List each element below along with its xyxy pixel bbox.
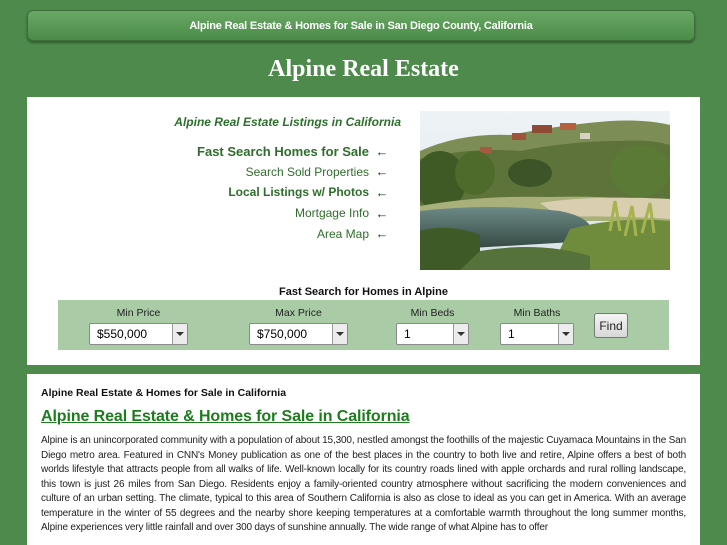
search-form: Min Price $550,000 Max Price $750,000 Mi… bbox=[58, 300, 669, 350]
top-banner: Alpine Real Estate & Homes for Sale in S… bbox=[27, 10, 695, 41]
min-price-select[interactable]: $550,000 bbox=[89, 323, 188, 345]
chevron-down-icon bbox=[453, 324, 468, 344]
max-price-select[interactable]: $750,000 bbox=[249, 323, 348, 345]
search-sold-link[interactable]: Search Sold Properties ← bbox=[197, 162, 389, 183]
arrow-left-icon: ← bbox=[375, 184, 389, 200]
content-panel: Alpine Real Estate & Homes for Sale in C… bbox=[27, 374, 700, 545]
min-price-label: Min Price bbox=[116, 307, 161, 319]
min-price-field: Min Price $550,000 bbox=[89, 306, 188, 345]
min-baths-select[interactable]: 1 bbox=[500, 323, 574, 345]
min-baths-field: Min Baths 1 bbox=[500, 306, 574, 345]
description-text: Alpine is an unincorporated community wi… bbox=[41, 435, 686, 533]
arrow-left-icon: ← bbox=[375, 226, 389, 242]
max-price-label: Max Price bbox=[275, 307, 322, 319]
min-beds-select[interactable]: 1 bbox=[396, 323, 469, 345]
lake-landscape-photo bbox=[420, 111, 670, 270]
arrow-left-icon: ← bbox=[375, 164, 389, 180]
banner-text: Alpine Real Estate & Homes for Sale in S… bbox=[189, 19, 533, 32]
find-button[interactable]: Find bbox=[594, 313, 628, 338]
main-heading-link[interactable]: Alpine Real Estate & Homes for Sale in C… bbox=[41, 408, 410, 426]
arrow-left-icon: ← bbox=[375, 143, 389, 159]
max-price-field: Max Price $750,000 bbox=[249, 306, 348, 345]
min-baths-label: Min Baths bbox=[513, 307, 561, 319]
area-map-link[interactable]: Area Map ← bbox=[197, 223, 389, 244]
min-beds-field: Min Beds 1 bbox=[396, 306, 469, 345]
mortgage-info-link[interactable]: Mortgage Info ← bbox=[197, 203, 389, 224]
chevron-down-icon bbox=[332, 324, 347, 344]
listing-heading: Alpine Real Estate Listings in Californi… bbox=[174, 115, 401, 129]
fast-search-link[interactable]: Fast Search Homes for Sale ← bbox=[197, 141, 389, 162]
search-title: Fast Search for Homes in Alpine bbox=[279, 286, 448, 298]
arrow-left-icon: ← bbox=[375, 205, 389, 221]
local-listings-link[interactable]: Local Listings w/ Photos ← bbox=[197, 182, 389, 203]
quick-links: Fast Search Homes for Sale ← Search Sold… bbox=[197, 141, 389, 244]
site-title: Alpine Real Estate bbox=[268, 56, 459, 82]
min-beds-label: Min Beds bbox=[410, 307, 455, 319]
section-heading: Alpine Real Estate & Homes for Sale in C… bbox=[41, 387, 287, 399]
chevron-down-icon bbox=[558, 324, 573, 344]
hero-panel: Alpine Real Estate Listings in Californi… bbox=[27, 97, 700, 365]
chevron-down-icon bbox=[172, 324, 187, 344]
